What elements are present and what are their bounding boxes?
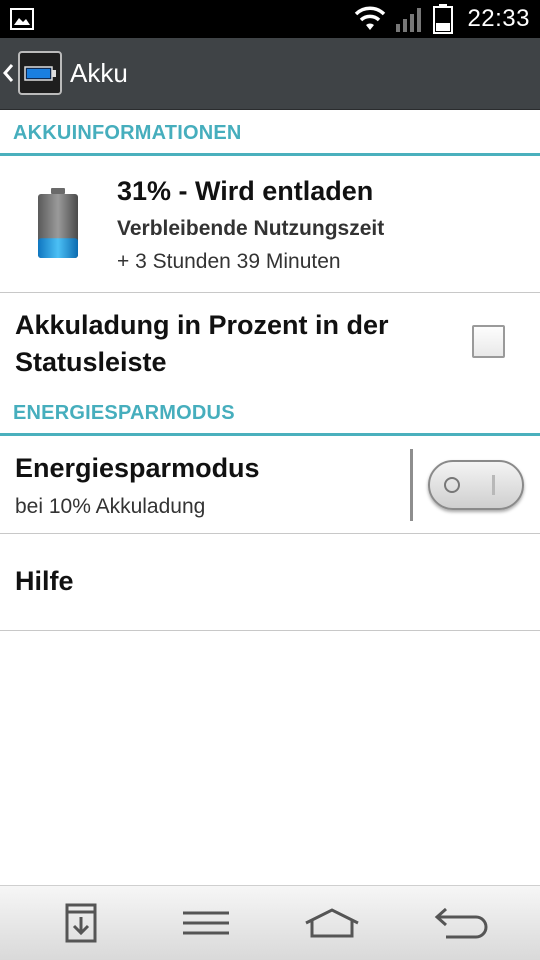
help-item[interactable]: Hilfe xyxy=(15,566,74,597)
back-icon xyxy=(434,907,488,939)
up-chevron-icon[interactable] xyxy=(2,63,14,83)
section-header-power-saving: ENERGIESPARMODUS xyxy=(0,390,540,436)
toggle-off-icon xyxy=(444,477,460,493)
wifi-icon xyxy=(355,6,386,30)
back-nav-button[interactable] xyxy=(430,898,490,948)
remaining-time-value: + 3 Stunden 39 Minuten xyxy=(117,250,341,273)
divider xyxy=(0,533,540,534)
power-saving-title: Energiesparmodus xyxy=(15,453,260,483)
section-header-label: ENERGIESPARMODUS xyxy=(13,402,235,424)
battery-status: 31% - Wird entladen xyxy=(117,176,374,206)
divider xyxy=(0,292,540,293)
page-title: Akku xyxy=(70,58,128,88)
remaining-time-label: Verbleibende Nutzungszeit xyxy=(117,217,385,240)
battery-icon xyxy=(433,4,454,34)
percent-statusbar-checkbox[interactable] xyxy=(472,325,505,358)
navigation-bar xyxy=(0,885,540,960)
vertical-divider xyxy=(410,449,413,521)
status-bar: 22:33 xyxy=(0,0,540,38)
home-icon xyxy=(305,908,359,938)
download-icon xyxy=(65,903,97,943)
home-nav-button[interactable] xyxy=(300,898,364,948)
menu-icon xyxy=(183,911,229,935)
clock: 22:33 xyxy=(467,5,530,32)
image-notification-icon xyxy=(10,8,34,30)
battery-app-icon[interactable] xyxy=(18,51,62,95)
power-saving-subtitle: bei 10% Akkuladung xyxy=(15,495,206,518)
battery-level-icon xyxy=(38,188,78,258)
divider xyxy=(0,630,540,631)
notification-nav-button[interactable] xyxy=(56,898,106,948)
menu-nav-button[interactable] xyxy=(176,898,236,948)
section-header-label: AKKUINFORMATIONEN xyxy=(13,122,242,144)
power-saving-toggle[interactable] xyxy=(428,460,524,510)
action-bar: Akku xyxy=(0,38,540,110)
section-header-battery-info: AKKUINFORMATIONEN xyxy=(0,110,540,156)
signal-icon xyxy=(396,8,422,32)
toggle-on-icon xyxy=(492,475,495,495)
percent-statusbar-label: Akkuladung in Prozent in der Statusleist… xyxy=(15,310,389,377)
